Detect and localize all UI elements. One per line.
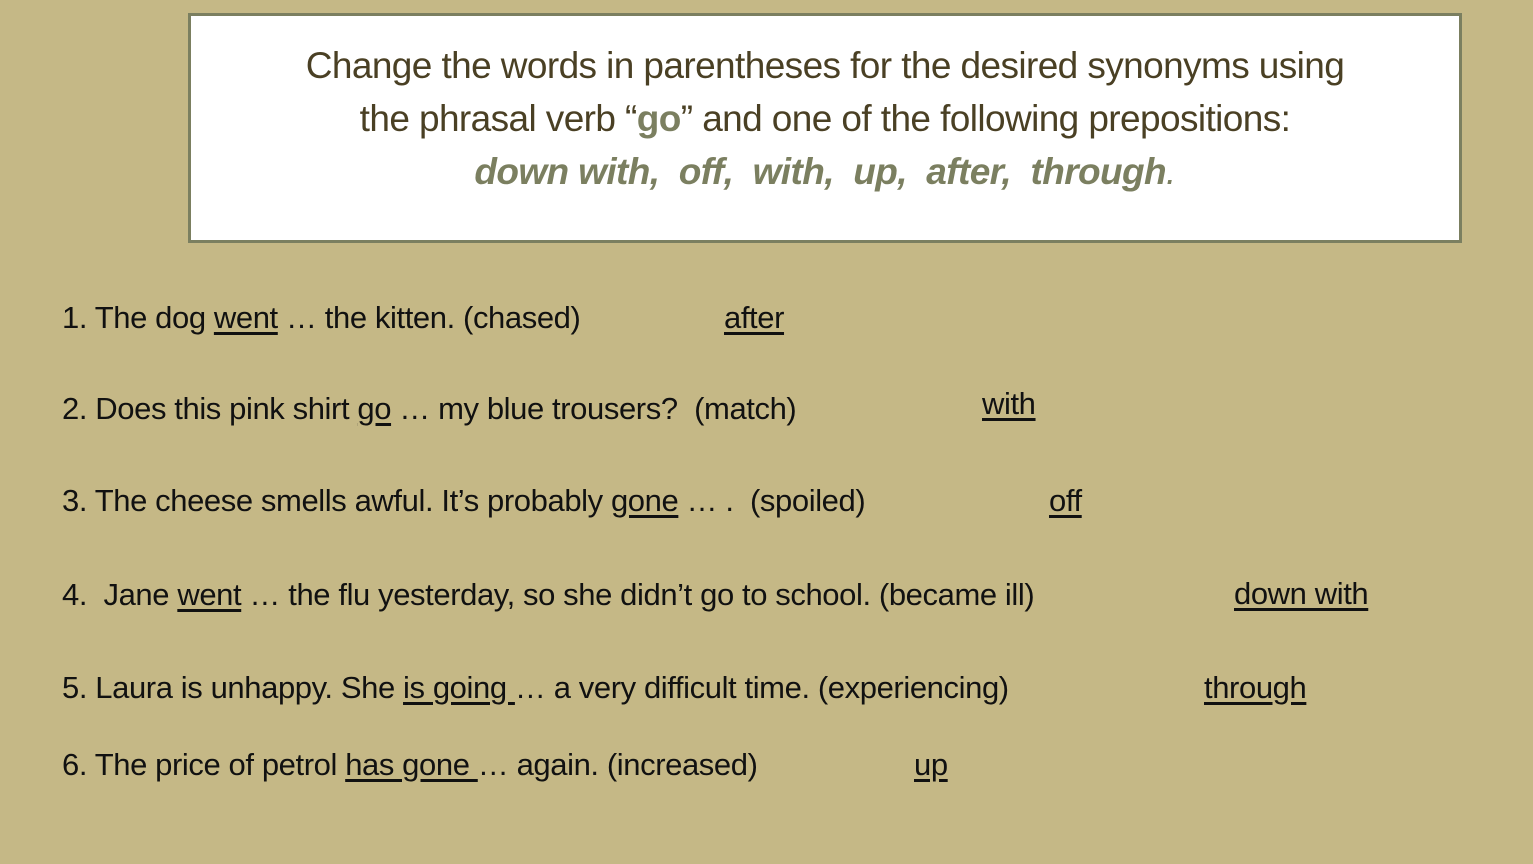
exercise-number: 5. (62, 670, 96, 705)
instruction-box: Change the words in parentheses for the … (188, 13, 1462, 243)
exercise-text-after: … a very difficult time. (experiencing) (514, 670, 1009, 705)
exercise-answer-4: down with (1234, 576, 1369, 611)
exercise-text-before: Laura is unhappy. She (95, 670, 404, 705)
instruction-text-2b: ” and one of the following prepositions: (680, 98, 1291, 139)
exercise-answer-1: after (724, 300, 785, 335)
exercise-number: 3. (62, 483, 95, 518)
instruction-line-2: the phrasal verb “go” and one of the fol… (191, 98, 1459, 140)
exercise-text-before: Jane (103, 577, 178, 612)
exercise-text-after: … my blue trousers? (match) (391, 391, 797, 426)
prepositions-list: down with, off, with, up, after, through (474, 151, 1166, 192)
exercise-text-after: … the flu yesterday, so she didn’t go to… (241, 577, 1035, 612)
instruction-text-2a: the phrasal verb “ (359, 98, 638, 139)
exercise-item-6: 6. The price of petrol has gone … again.… (62, 747, 758, 783)
exercise-number: 1. (62, 300, 95, 335)
exercise-item-2: 2. Does this pink shirt go … my blue tro… (62, 391, 797, 427)
exercise-verb: went (213, 300, 278, 335)
exercise-item-4: 4. Jane went … the flu yesterday, so she… (62, 577, 1035, 613)
exercise-number: 2. (62, 391, 96, 426)
exercise-text-before: Does this pink shirt (95, 391, 358, 426)
instruction-text-1: Change the words in parentheses for the … (305, 45, 1345, 86)
phrasal-verb-go: go (636, 98, 682, 139)
exercise-text-before: The price of petrol (94, 747, 346, 782)
prepositions-end: . (1166, 151, 1176, 192)
exercise-number: 4. (62, 577, 104, 612)
exercise-verb: went (177, 577, 242, 612)
instruction-line-1: Change the words in parentheses for the … (191, 45, 1459, 87)
exercise-verb: go (357, 391, 392, 426)
exercise-number: 6. (62, 747, 95, 782)
exercise-answer-3: off (1049, 483, 1082, 518)
prepositions-line: down with, off, with, up, after, through… (191, 151, 1459, 193)
exercise-verb: has gone (345, 747, 478, 782)
exercise-item-1: 1. The dog went … the kitten. (chased) (62, 300, 581, 336)
exercise-verb: is going (403, 670, 515, 705)
exercise-answer-5: through (1204, 670, 1307, 705)
exercise-text-before: The dog (94, 300, 214, 335)
exercise-text-after: … again. (increased) (477, 747, 758, 782)
exercise-answer-6: up (914, 747, 948, 782)
exercise-item-3: 3. The cheese smells awful. It’s probabl… (62, 483, 866, 519)
exercise-text-after: … the kitten. (chased) (277, 300, 581, 335)
exercise-verb: gone (610, 483, 679, 518)
exercise-text-after: … . (spoiled) (678, 483, 866, 518)
exercise-text-before: The cheese smells awful. It’s probably (94, 483, 611, 518)
exercise-item-5: 5. Laura is unhappy. She is going … a ve… (62, 670, 1009, 706)
exercise-answer-2: with (982, 386, 1036, 421)
